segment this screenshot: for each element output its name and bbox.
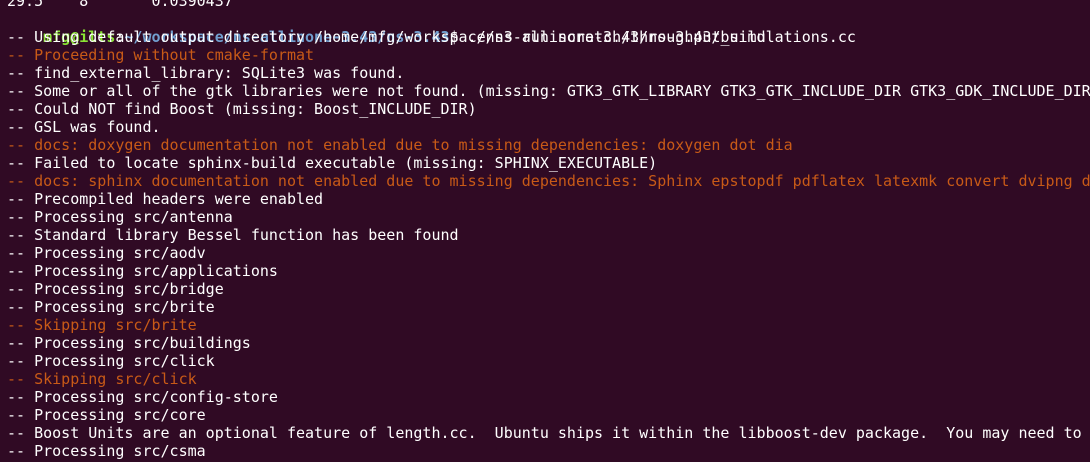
output-line: -- Boost Units are an optional feature o… — [7, 424, 1090, 442]
output-line: -- Could NOT find Boost (missing: Boost_… — [7, 100, 477, 118]
output-line: -- Processing src/buildings — [7, 334, 251, 352]
output-line: -- Standard library Bessel function has … — [7, 226, 459, 244]
warning-output-line: -- docs: sphinx documentation not enable… — [7, 172, 1090, 190]
output-line: -- Processing src/click — [7, 352, 215, 370]
output-line: -- Using default output directory /home/… — [7, 28, 766, 46]
output-line: -- Processing src/antenna — [7, 208, 233, 226]
output-line: -- Processing src/csma — [7, 442, 206, 460]
output-line: -- Processing src/config-store — [7, 388, 278, 406]
output-line: -- Processing src/applications — [7, 262, 278, 280]
warning-output-line: -- Skipping src/brite — [7, 316, 197, 334]
output-line: -- Processing src/brite — [7, 298, 215, 316]
output-line: -- Processing src/aodv — [7, 244, 206, 262]
previous-output-line: 29.5 8 0.0390437 — [7, 0, 233, 10]
command-prompt-line: mfg@ilts:~/workspace/ns-allinone-3.43/ns… — [7, 10, 856, 46]
output-line: -- Precompiled headers were enabled — [7, 190, 324, 208]
output-line: -- Processing src/core — [7, 406, 206, 424]
warning-output-line: -- docs: doxygen documentation not enabl… — [7, 136, 793, 154]
output-line: -- Some or all of the gtk libraries were… — [7, 82, 1090, 100]
terminal-window[interactable]: 29.5 8 0.0390437 mfg@ilts:~/workspace/ns… — [0, 0, 1090, 462]
output-line: -- Processing src/bridge — [7, 280, 224, 298]
output-line: -- GSL was found. — [7, 118, 161, 136]
output-line: -- Failed to locate sphinx-build executa… — [7, 154, 658, 172]
warning-output-line: -- Skipping src/click — [7, 370, 197, 388]
warning-output-line: -- Proceeding without cmake-format — [7, 46, 315, 64]
output-line: -- find_external_library: SQLite3 was fo… — [7, 64, 405, 82]
